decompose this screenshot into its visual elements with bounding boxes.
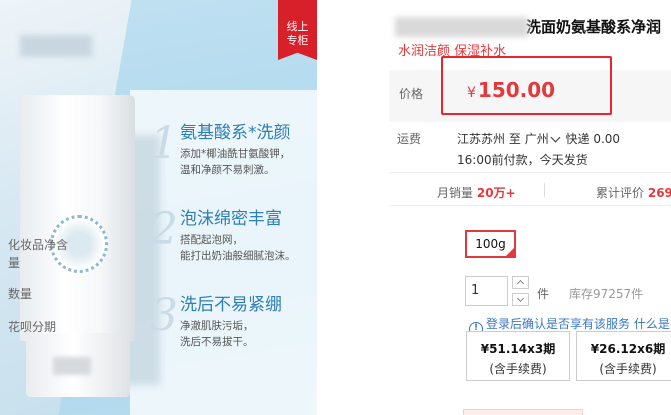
spec-label: 化妆品净含量: [8, 238, 69, 270]
price-highlight-box: [441, 56, 612, 115]
feature-title: 氨基酸系*洗颜: [180, 123, 291, 143]
price-label: 价格: [399, 87, 424, 101]
feature-title: 泡沫绵密丰富: [180, 209, 282, 229]
product-image[interactable]: 线上 专柜 1 氨基酸系*洗颜 添加*椰油酰甘氨酸钾， 温和净颜不易刺激。 2 泡…: [0, 0, 317, 415]
counter-badge: 线上 专柜: [278, 0, 317, 60]
buy-now-button-edge[interactable]: [463, 409, 583, 415]
chevron-down-icon: [516, 294, 525, 303]
huabei-label: 花呗分期: [8, 320, 57, 334]
chevron-up-icon: [516, 279, 525, 288]
spec-option-100g[interactable]: 100g: [465, 230, 516, 258]
review-count[interactable]: 累计评价 269: [596, 184, 671, 201]
sales-stats: 月销量 20万+ 累计评价 269: [389, 172, 671, 206]
destination-select[interactable]: 广州: [525, 132, 562, 146]
express-fee: 快递 0.00: [565, 132, 621, 146]
chevron-down-icon: [550, 132, 561, 143]
quantity-increase-button[interactable]: [512, 276, 529, 289]
product-page: 线上 专柜 1 氨基酸系*洗颜 添加*椰油酰甘氨酸钾， 温和净颜不易刺激。 2 泡…: [0, 0, 671, 415]
delivery-note: 16:00前付款，今天发货: [457, 153, 588, 167]
selected-check-icon: [505, 247, 515, 257]
quantity-label: 数量: [8, 287, 33, 301]
shipping-row: 运费 江苏苏州 至 广州 快递 0.00: [397, 132, 621, 146]
brand-logo-blurred: [20, 35, 92, 57]
tube-label-blurred: [53, 357, 91, 375]
quantity-decrease-button[interactable]: [512, 293, 529, 306]
quantity-unit: 件: [537, 287, 550, 301]
product-title: 洗面奶氨基酸系净润: [395, 16, 671, 37]
badge-line-1: 线上: [286, 20, 309, 33]
installment-option-3[interactable]: ¥51.14x3期 (含手续费): [466, 331, 570, 381]
monthly-sales: 月销量 20万+: [437, 186, 516, 200]
brand-name-blurred: [395, 16, 528, 37]
stock-count: 库存97257件: [569, 287, 644, 301]
badge-line-2: 专柜: [286, 34, 309, 47]
feature-title: 洗后不易紧绷: [180, 295, 282, 315]
quantity-input[interactable]: 1: [465, 276, 508, 306]
installment-option-6[interactable]: ¥26.12x6期 (含手续费): [576, 331, 671, 381]
